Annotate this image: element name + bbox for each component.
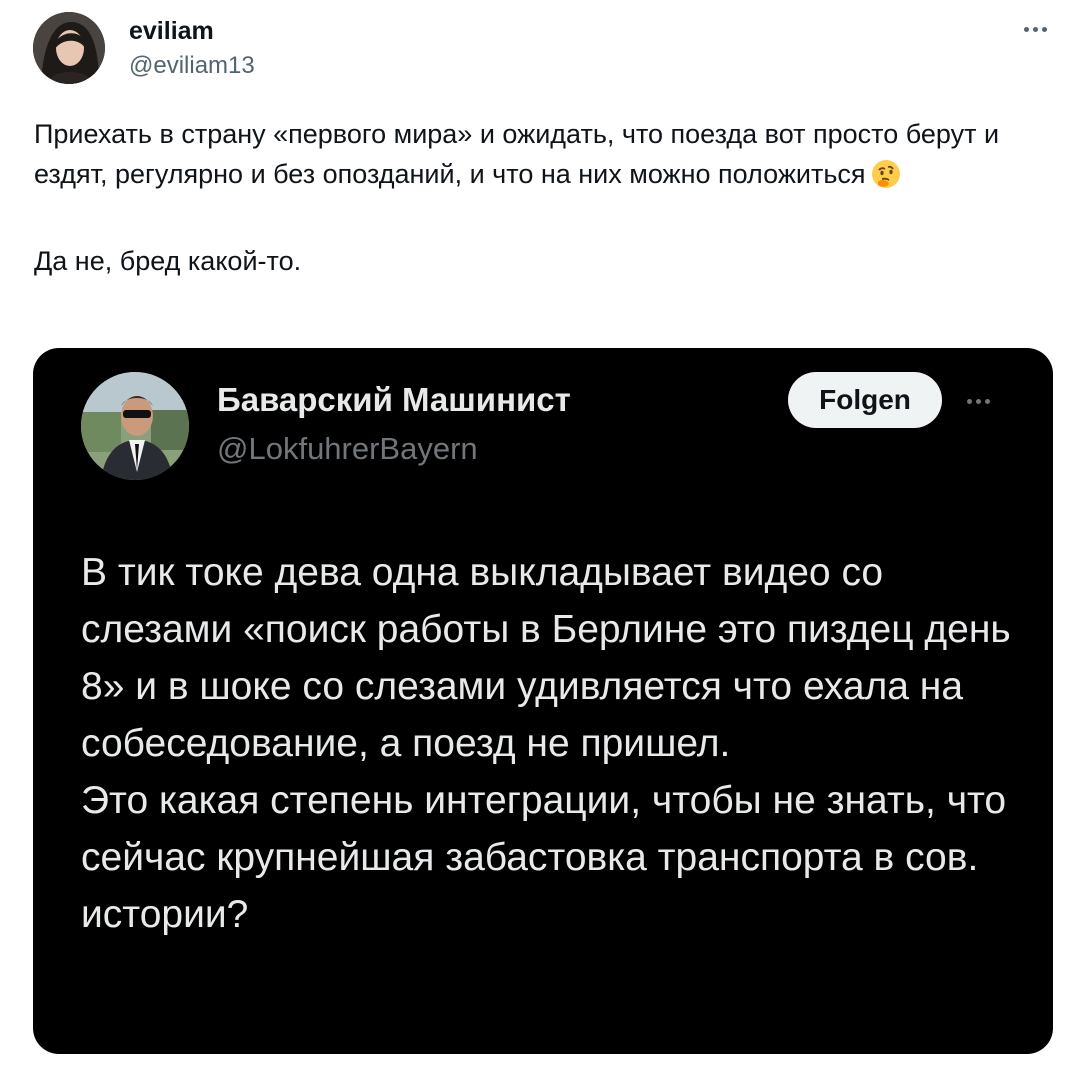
tweet-paragraph-1: Приехать в страну «первого мира» и ожида… <box>34 114 1054 201</box>
tweet-paragraph-1-text: Приехать в страну «первого мира» и ожида… <box>34 119 1000 189</box>
thinking-face-emoji-icon <box>870 158 902 201</box>
more-options-button[interactable] <box>1010 12 1060 46</box>
author-avatar[interactable] <box>33 12 105 84</box>
avatar-photo <box>81 372 189 480</box>
tweet-paragraph-2: Да не, бред какой-то. <box>34 246 302 276</box>
more-horizontal-icon <box>1023 26 1047 32</box>
quoted-author-avatar[interactable] <box>81 372 189 480</box>
tweet-text: Приехать в страну «первого мира» и ожида… <box>34 114 1054 281</box>
author-name[interactable]: eviliam <box>129 16 214 46</box>
quoted-more-options-button[interactable] <box>953 384 1003 418</box>
avatar-photo <box>33 12 105 84</box>
quoted-tweet-card[interactable]: Баварский Машинист @LokfuhrerBayern Folg… <box>33 348 1053 1054</box>
quoted-author-name[interactable]: Баварский Машинист <box>217 380 571 420</box>
quoted-tweet-text: В тик токе дева одна выкладывает видео с… <box>81 551 1011 936</box>
follow-button[interactable]: Folgen <box>788 372 942 428</box>
author-handle[interactable]: @eviliam13 <box>129 52 255 80</box>
more-horizontal-icon <box>966 398 990 404</box>
quoted-author-handle[interactable]: @LokfuhrerBayern <box>217 430 478 468</box>
